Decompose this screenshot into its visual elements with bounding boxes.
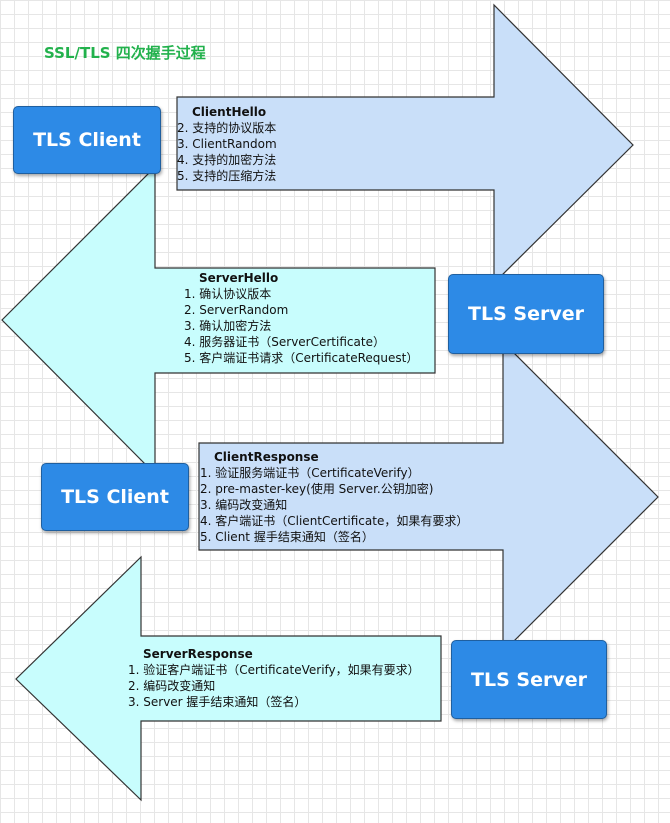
server-response-item: 2. 编码改变通知 [128,679,216,693]
tls-server-node-2: TLS Server [451,640,607,719]
client-response-title: ClientResponse [214,450,319,464]
server-hello-item: 3. 确认加密方法 [184,319,272,333]
client-response-message: ClientResponse 1. 验证服务端证书（CertificateVer… [200,449,468,545]
server-hello-item: 5. 客户端证书请求（CertificateRequest） [184,351,419,365]
server-hello-message: ServerHello 1. 确认协议版本 2. ServerRandom 3.… [184,270,418,366]
client-response-item: 3. 编码改变通知 [200,498,288,512]
client-response-item: 1. 验证服务端证书（CertificateVerify） [200,466,420,480]
diagram-title: SSL/TLS 四次握手过程 [44,44,206,62]
server-response-item: 3. Server 握手结束通知（签名） [128,695,307,709]
client-hello-item: 2. 支持的协议版本 [177,121,277,135]
server-hello-item: 4. 服务器证书（ServerCertificate） [184,335,385,349]
client-hello-item: 5. 支持的压缩方法 [177,169,277,183]
client-response-item: 5. Client 握手结束通知（签名） [200,530,374,544]
server-hello-item: 2. ServerRandom [184,303,289,317]
server-response-message: ServerResponse 1. 验证客户端证书（CertificateVer… [128,646,420,710]
client-hello-title: ClientHello [192,105,267,119]
server-response-title: ServerResponse [143,647,253,661]
client-hello-item: 4. 支持的加密方法 [177,153,277,167]
tls-client-node-2: TLS Client [41,463,189,531]
client-response-item: 4. 客户端证书（ClientCertificate，如果有要求） [200,514,469,528]
client-hello-item: 3. ClientRandom [177,137,277,151]
server-response-item: 1. 验证客户端证书（CertificateVerify，如果有要求） [128,663,420,677]
client-hello-message: ClientHello 2. 支持的协议版本 3. ClientRandom 4… [177,104,277,184]
client-response-item: 2. pre-master-key(使用 Server.公钥加密) [200,482,434,496]
tls-client-node-1: TLS Client [13,106,161,174]
server-hello-title: ServerHello [199,271,279,285]
server-hello-item: 1. 确认协议版本 [184,287,272,301]
tls-server-node-1: TLS Server [448,274,604,354]
